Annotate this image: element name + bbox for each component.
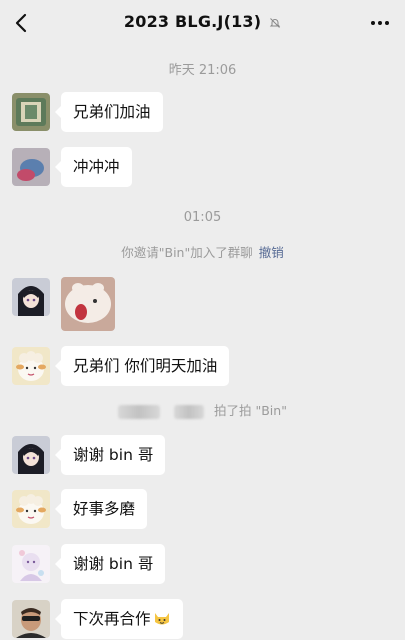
avatar[interactable] bbox=[12, 436, 50, 474]
message-bubble[interactable]: 兄弟们加油 bbox=[55, 92, 163, 132]
message-bubble[interactable]: 谢谢 bin 哥 bbox=[54, 435, 166, 475]
message-bubble[interactable]: 下次再合作 bbox=[55, 599, 183, 639]
blurred-name bbox=[118, 404, 161, 419]
timestamp: 昨天 21:06 bbox=[168, 63, 237, 78]
avatar[interactable] bbox=[12, 278, 50, 316]
system-pat-notice: 拍了拍 "Bin" bbox=[0, 400, 405, 419]
message-bubble[interactable]: 好事多磨 bbox=[54, 489, 148, 529]
system-invite-notice: 你邀请"Bin"加入了群聊 撤销 bbox=[0, 242, 405, 261]
avatar[interactable] bbox=[12, 490, 50, 528]
avatar[interactable] bbox=[12, 347, 50, 385]
timestamp: 01:05 bbox=[183, 210, 222, 225]
chat-title-wrap: 2023 BLG.J(13) bbox=[0, 12, 405, 31]
chat-title: 2023 BLG.J(13) bbox=[123, 12, 262, 31]
chat-header: 2023 BLG.J(13) bbox=[0, 0, 405, 46]
avatar[interactable] bbox=[12, 545, 50, 583]
revoke-link[interactable]: 撤销 bbox=[259, 245, 284, 260]
invite-text: 你邀请"Bin"加入了群聊 bbox=[121, 245, 253, 260]
mute-icon bbox=[269, 17, 281, 28]
message-bubble[interactable]: 兄弟们 你们明天加油 bbox=[54, 346, 230, 386]
cat-emoji-icon bbox=[154, 613, 169, 625]
message-bubble[interactable]: 冲冲冲 bbox=[55, 147, 132, 187]
message-text: 下次再合作 bbox=[73, 610, 151, 628]
pat-text: 拍了拍 "Bin" bbox=[214, 403, 287, 418]
more-icon[interactable] bbox=[369, 14, 391, 32]
message-bubble[interactable]: 谢谢 bin 哥 bbox=[54, 544, 166, 584]
avatar[interactable] bbox=[12, 148, 50, 186]
blurred-name bbox=[174, 404, 205, 419]
avatar[interactable] bbox=[12, 93, 50, 131]
image-message[interactable] bbox=[61, 277, 115, 331]
avatar[interactable] bbox=[12, 600, 50, 638]
